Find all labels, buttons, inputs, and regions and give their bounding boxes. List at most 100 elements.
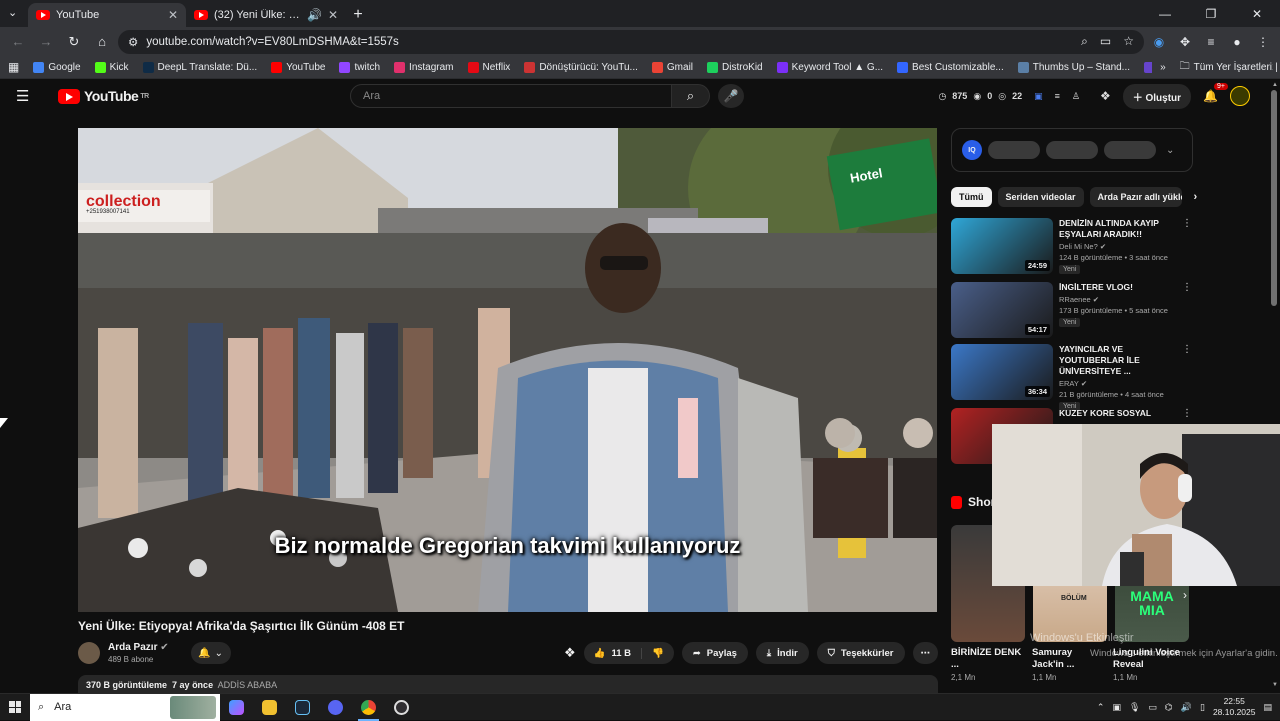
reload-icon[interactable]: ↻	[62, 30, 86, 54]
extension-shield-icon[interactable]: ◉	[1148, 31, 1170, 53]
thanks-button[interactable]: ⛉ Teşekkürler	[816, 642, 905, 664]
assistant-option-1[interactable]	[988, 141, 1040, 159]
recommendation-channel[interactable]: RRaenee ✔	[1059, 295, 1196, 304]
back-icon[interactable]: ←	[6, 30, 30, 54]
bookmark-item[interactable]: Best Customizable...	[897, 61, 1004, 73]
recommendation-item[interactable]: 36:34 YAYINCILAR VE YOUTUBERLAR İLE ÜNİVE…	[951, 344, 1196, 411]
subscription-bell-button[interactable]: 🔔 ⌄	[190, 642, 231, 664]
menu-icon[interactable]: ☰	[16, 87, 38, 105]
tab-youtube[interactable]: YouTube ✕	[28, 3, 186, 27]
more-actions-button[interactable]: ⋯	[912, 642, 938, 664]
ext-gem-icon[interactable]: ❖	[1100, 89, 1111, 103]
tray-overflow-icon[interactable]: ⌃	[1097, 702, 1105, 713]
download-button[interactable]: ⤓ İndir	[755, 642, 809, 664]
ext-person-icon[interactable]: ♙	[1072, 91, 1080, 102]
clock[interactable]: 22:55 28.10.2025	[1213, 696, 1256, 718]
extension-stats[interactable]: ◷ 875 ◉ 0 ◎ 22	[938, 91, 1022, 102]
tab-search-icon[interactable]: ⌄	[8, 6, 17, 19]
site-info-icon[interactable]: ⚙	[128, 35, 138, 49]
recommendation-title[interactable]: YAYINCILAR VE YOUTUBERLAR İLE ÜNİVERSİTE…	[1059, 344, 1196, 377]
share-button[interactable]: ➦ Paylaş	[681, 642, 748, 664]
recommendation-title[interactable]: DENİZİN ALTINDA KAYIP EŞYALARI ARADIK!!	[1059, 218, 1196, 240]
cast-icon[interactable]: ▭	[1100, 34, 1111, 49]
new-tab-button[interactable]: +	[346, 3, 370, 27]
bookmark-item[interactable]: Thumbs Up – Stand...	[1017, 61, 1130, 73]
taskbar-discord-icon[interactable]	[319, 694, 352, 721]
bookmark-item[interactable]: YouTube	[271, 61, 325, 73]
scroll-up-icon[interactable]: ▲	[1272, 82, 1278, 88]
recommendation-channel[interactable]: ERAY ✔	[1059, 379, 1196, 388]
taskbar-search-input[interactable]: ⌕ Ara	[30, 693, 220, 721]
recommendation-item[interactable]: 24:59 DENİZİN ALTINDA KAYIP EŞYALARI ARAD…	[951, 218, 1196, 274]
recommendation-item[interactable]: 54:17 İNGİLTERE VLOG! RRaenee ✔ 173 B görün…	[951, 282, 1196, 338]
taskbar-obs-icon[interactable]	[385, 694, 418, 721]
recommendation-thumbnail[interactable]: 36:34	[951, 344, 1053, 400]
assistant-option-3[interactable]	[1104, 141, 1156, 159]
bookmark-item[interactable]: Dönüştürücü: YouTu...	[524, 61, 638, 73]
zoom-icon[interactable]: ⌕	[1081, 34, 1088, 49]
tab-close-icon[interactable]: ✕	[328, 8, 338, 22]
more-options-icon[interactable]: ⋮	[1182, 218, 1192, 229]
bookmark-item[interactable]: twitch	[339, 61, 380, 73]
profile-icon[interactable]: ●	[1226, 31, 1248, 53]
recommendation-thumbnail[interactable]: 24:59	[951, 218, 1053, 274]
scroll-down-icon[interactable]: ▼	[1272, 682, 1278, 688]
bookmark-item[interactable]: Instagram	[394, 61, 454, 73]
like-button[interactable]: 👍 11 B	[584, 647, 642, 659]
home-icon[interactable]: ⌂	[90, 30, 114, 54]
bookmark-item[interactable]: DistroKid	[707, 61, 763, 73]
more-options-icon[interactable]: ⋮	[1182, 344, 1192, 355]
chip-channel-uploads[interactable]: Arda Pazır adlı yükle	[1089, 187, 1182, 207]
browser-menu-icon[interactable]: ⋮	[1252, 31, 1274, 53]
bookmark-star-icon[interactable]: ☆	[1123, 34, 1134, 49]
tray-volume-icon[interactable]: 🔊	[1181, 702, 1192, 713]
create-button[interactable]: ＋ Oluştur	[1122, 83, 1192, 109]
video-location[interactable]: ADDİS ABABA	[218, 680, 278, 690]
media-control-icon[interactable]: ≡	[1200, 31, 1222, 53]
bookmark-item[interactable]: Google	[33, 61, 81, 73]
mic-icon[interactable]: 🎤	[718, 84, 744, 108]
shorts-next-icon[interactable]: ›	[1183, 588, 1187, 602]
search-input[interactable]: Ara	[350, 84, 672, 108]
more-options-icon[interactable]: ⋮	[1182, 408, 1192, 419]
bookmark-item[interactable]: Kick	[94, 61, 129, 73]
apps-grid-icon[interactable]: ▦	[8, 60, 19, 74]
channel-name[interactable]: Arda Pazır ✔	[108, 642, 169, 653]
search-icon[interactable]: ⌕	[672, 84, 710, 108]
assistant-option-2[interactable]	[1046, 141, 1098, 159]
tray-network-icon[interactable]: ⌬	[1165, 702, 1173, 713]
video-player[interactable]: collection +251938007141 Hotel Biz norma…	[78, 128, 937, 612]
forward-icon[interactable]: →	[34, 30, 58, 54]
taskbar-file-explorer-icon[interactable]	[253, 694, 286, 721]
chip-series[interactable]: Seriden videolar	[997, 187, 1084, 207]
restore-icon[interactable]: ❐	[1188, 0, 1234, 27]
youtube-logo[interactable]: YouTube TR	[58, 88, 149, 104]
tray-app-icon[interactable]: ▣	[1112, 702, 1121, 713]
tray-display-icon[interactable]: ▭	[1148, 702, 1157, 713]
tray-mic-icon[interactable]: 🎙	[1129, 702, 1140, 713]
chevron-right-icon[interactable]: ›	[1194, 191, 1198, 203]
extensions-puzzle-icon[interactable]: ✥	[1174, 31, 1196, 53]
tray-battery-icon[interactable]: ▯	[1200, 702, 1205, 713]
tab-video[interactable]: (32) Yeni Ülke: Etiyopya! Afr 🔊 ✕	[186, 3, 346, 27]
bookmark-item[interactable]: Netflix	[467, 61, 510, 73]
bookmark-item[interactable]: DeepL Translate: Dü...	[142, 61, 257, 73]
notifications-bell-icon[interactable]: 🔔 9+	[1203, 83, 1228, 103]
tab-audio-icon[interactable]: 🔊	[307, 8, 322, 22]
ext-flag-icon[interactable]: ▣	[1034, 91, 1043, 102]
tab-close-icon[interactable]: ✕	[168, 8, 178, 22]
page-scrollbar-thumb[interactable]	[1271, 90, 1277, 306]
chip-all[interactable]: Tümü	[951, 187, 992, 207]
recommendation-thumbnail[interactable]: 54:17	[951, 282, 1053, 338]
minimize-icon[interactable]: —	[1142, 0, 1188, 27]
taskbar-copilot-icon[interactable]	[220, 694, 253, 721]
ext-list-icon[interactable]: ≡	[1055, 91, 1060, 101]
bookmark-item[interactable]: Keyword Tool ▲ G...	[776, 61, 883, 73]
taskbar-steam-icon[interactable]	[286, 694, 319, 721]
taskbar-chrome-icon[interactable]	[352, 694, 385, 721]
recommendation-title[interactable]: KUZEY KORE SOSYAL	[1059, 408, 1196, 419]
start-button[interactable]	[0, 694, 30, 721]
chevron-down-icon[interactable]: ⌄	[1166, 145, 1174, 156]
all-bookmarks-button[interactable]: 🗀 Tüm Yer İşaretleri	[1180, 59, 1272, 76]
iq-icon[interactable]: IQ	[962, 140, 982, 160]
